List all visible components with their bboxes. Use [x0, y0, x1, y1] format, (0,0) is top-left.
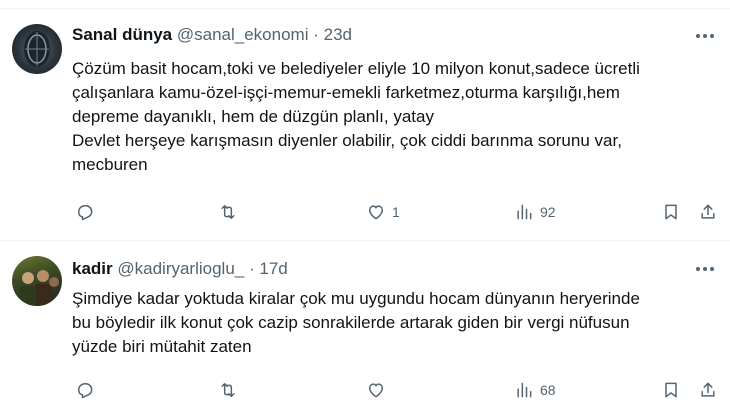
tweet[interactable]: kadir @kadiryarlioglu_ · 17d Şimdiye kad… [0, 241, 730, 420]
handle[interactable]: @sanal_ekonomi [177, 25, 309, 44]
tweet-text-line: bu böyledir ilk konut çok cazip sonrakil… [72, 313, 630, 332]
reply-icon [78, 205, 93, 221]
tweet-text-line: Çözüm basit hocam,toki ve belediyeler el… [72, 59, 640, 78]
retweet-icon [221, 205, 235, 219]
bookmark-button[interactable] [661, 378, 681, 402]
more-options-button[interactable] [692, 25, 718, 47]
views-button[interactable]: 68 [514, 378, 556, 402]
view-count: 68 [540, 382, 556, 398]
more-icon [696, 34, 714, 38]
retweet-button[interactable] [218, 200, 238, 224]
tweet-text-line: Devlet herşeye karışmasın diyenler olabi… [72, 131, 622, 150]
action-bar: 68 [0, 378, 730, 402]
bookmark-button[interactable] [661, 200, 681, 224]
views-icon [517, 382, 532, 398]
share-button[interactable] [698, 378, 718, 402]
tweet-header: kadir @kadiryarlioglu_ · 17d [72, 258, 288, 280]
tweet-header: Sanal dünya @sanal_ekonomi · 23d [72, 24, 352, 46]
like-icon [369, 205, 383, 220]
share-icon [701, 382, 715, 397]
bookmark-icon [665, 382, 677, 398]
share-icon [701, 204, 715, 219]
like-button[interactable] [366, 378, 392, 402]
separator: · [313, 25, 319, 44]
tweet-text-line: Şimdiye kadar yoktuda kiralar çok mu uyg… [72, 289, 640, 308]
tweet[interactable]: Sanal dünya @sanal_ekonomi · 23d Çözüm b… [0, 8, 730, 241]
more-icon [696, 267, 714, 271]
timestamp[interactable]: 17d [259, 259, 287, 278]
tweet-text-line: yüzde biri mütahit zaten [72, 337, 252, 356]
tweet-text: Çözüm basit hocam,toki ve belediyeler el… [72, 57, 717, 177]
retweet-button[interactable] [218, 378, 238, 402]
share-button[interactable] [698, 200, 718, 224]
display-name[interactable]: Sanal dünya [72, 25, 172, 44]
view-count: 92 [540, 204, 556, 220]
action-bar: 1 92 [0, 200, 730, 224]
avatar[interactable] [12, 256, 62, 306]
bookmark-icon [665, 204, 677, 220]
timestamp[interactable]: 23d [324, 25, 352, 44]
reply-icon [78, 383, 93, 399]
views-icon [517, 204, 532, 220]
like-button[interactable]: 1 [366, 200, 400, 224]
like-icon [369, 383, 383, 398]
separator: · [248, 259, 255, 278]
tweet-text-line: depreme dayanıklı, hem de düzgün planlı,… [72, 107, 434, 126]
avatar[interactable] [12, 24, 62, 74]
tweet-text-line: mecburen [72, 155, 148, 174]
tweet-text-line: çalışanlara kamu-özel-işçi-memur-emekli … [72, 83, 620, 102]
more-options-button[interactable] [692, 258, 718, 280]
display-name[interactable]: kadir [72, 259, 113, 278]
reply-button[interactable] [75, 378, 95, 402]
views-button[interactable]: 92 [514, 200, 556, 224]
reply-button[interactable] [75, 200, 95, 224]
like-count: 1 [392, 204, 400, 220]
retweet-icon [221, 383, 235, 397]
handle[interactable]: @kadiryarlioglu_ [117, 259, 244, 278]
tweet-text: Şimdiye kadar yoktuda kiralar çok mu uyg… [72, 287, 717, 359]
